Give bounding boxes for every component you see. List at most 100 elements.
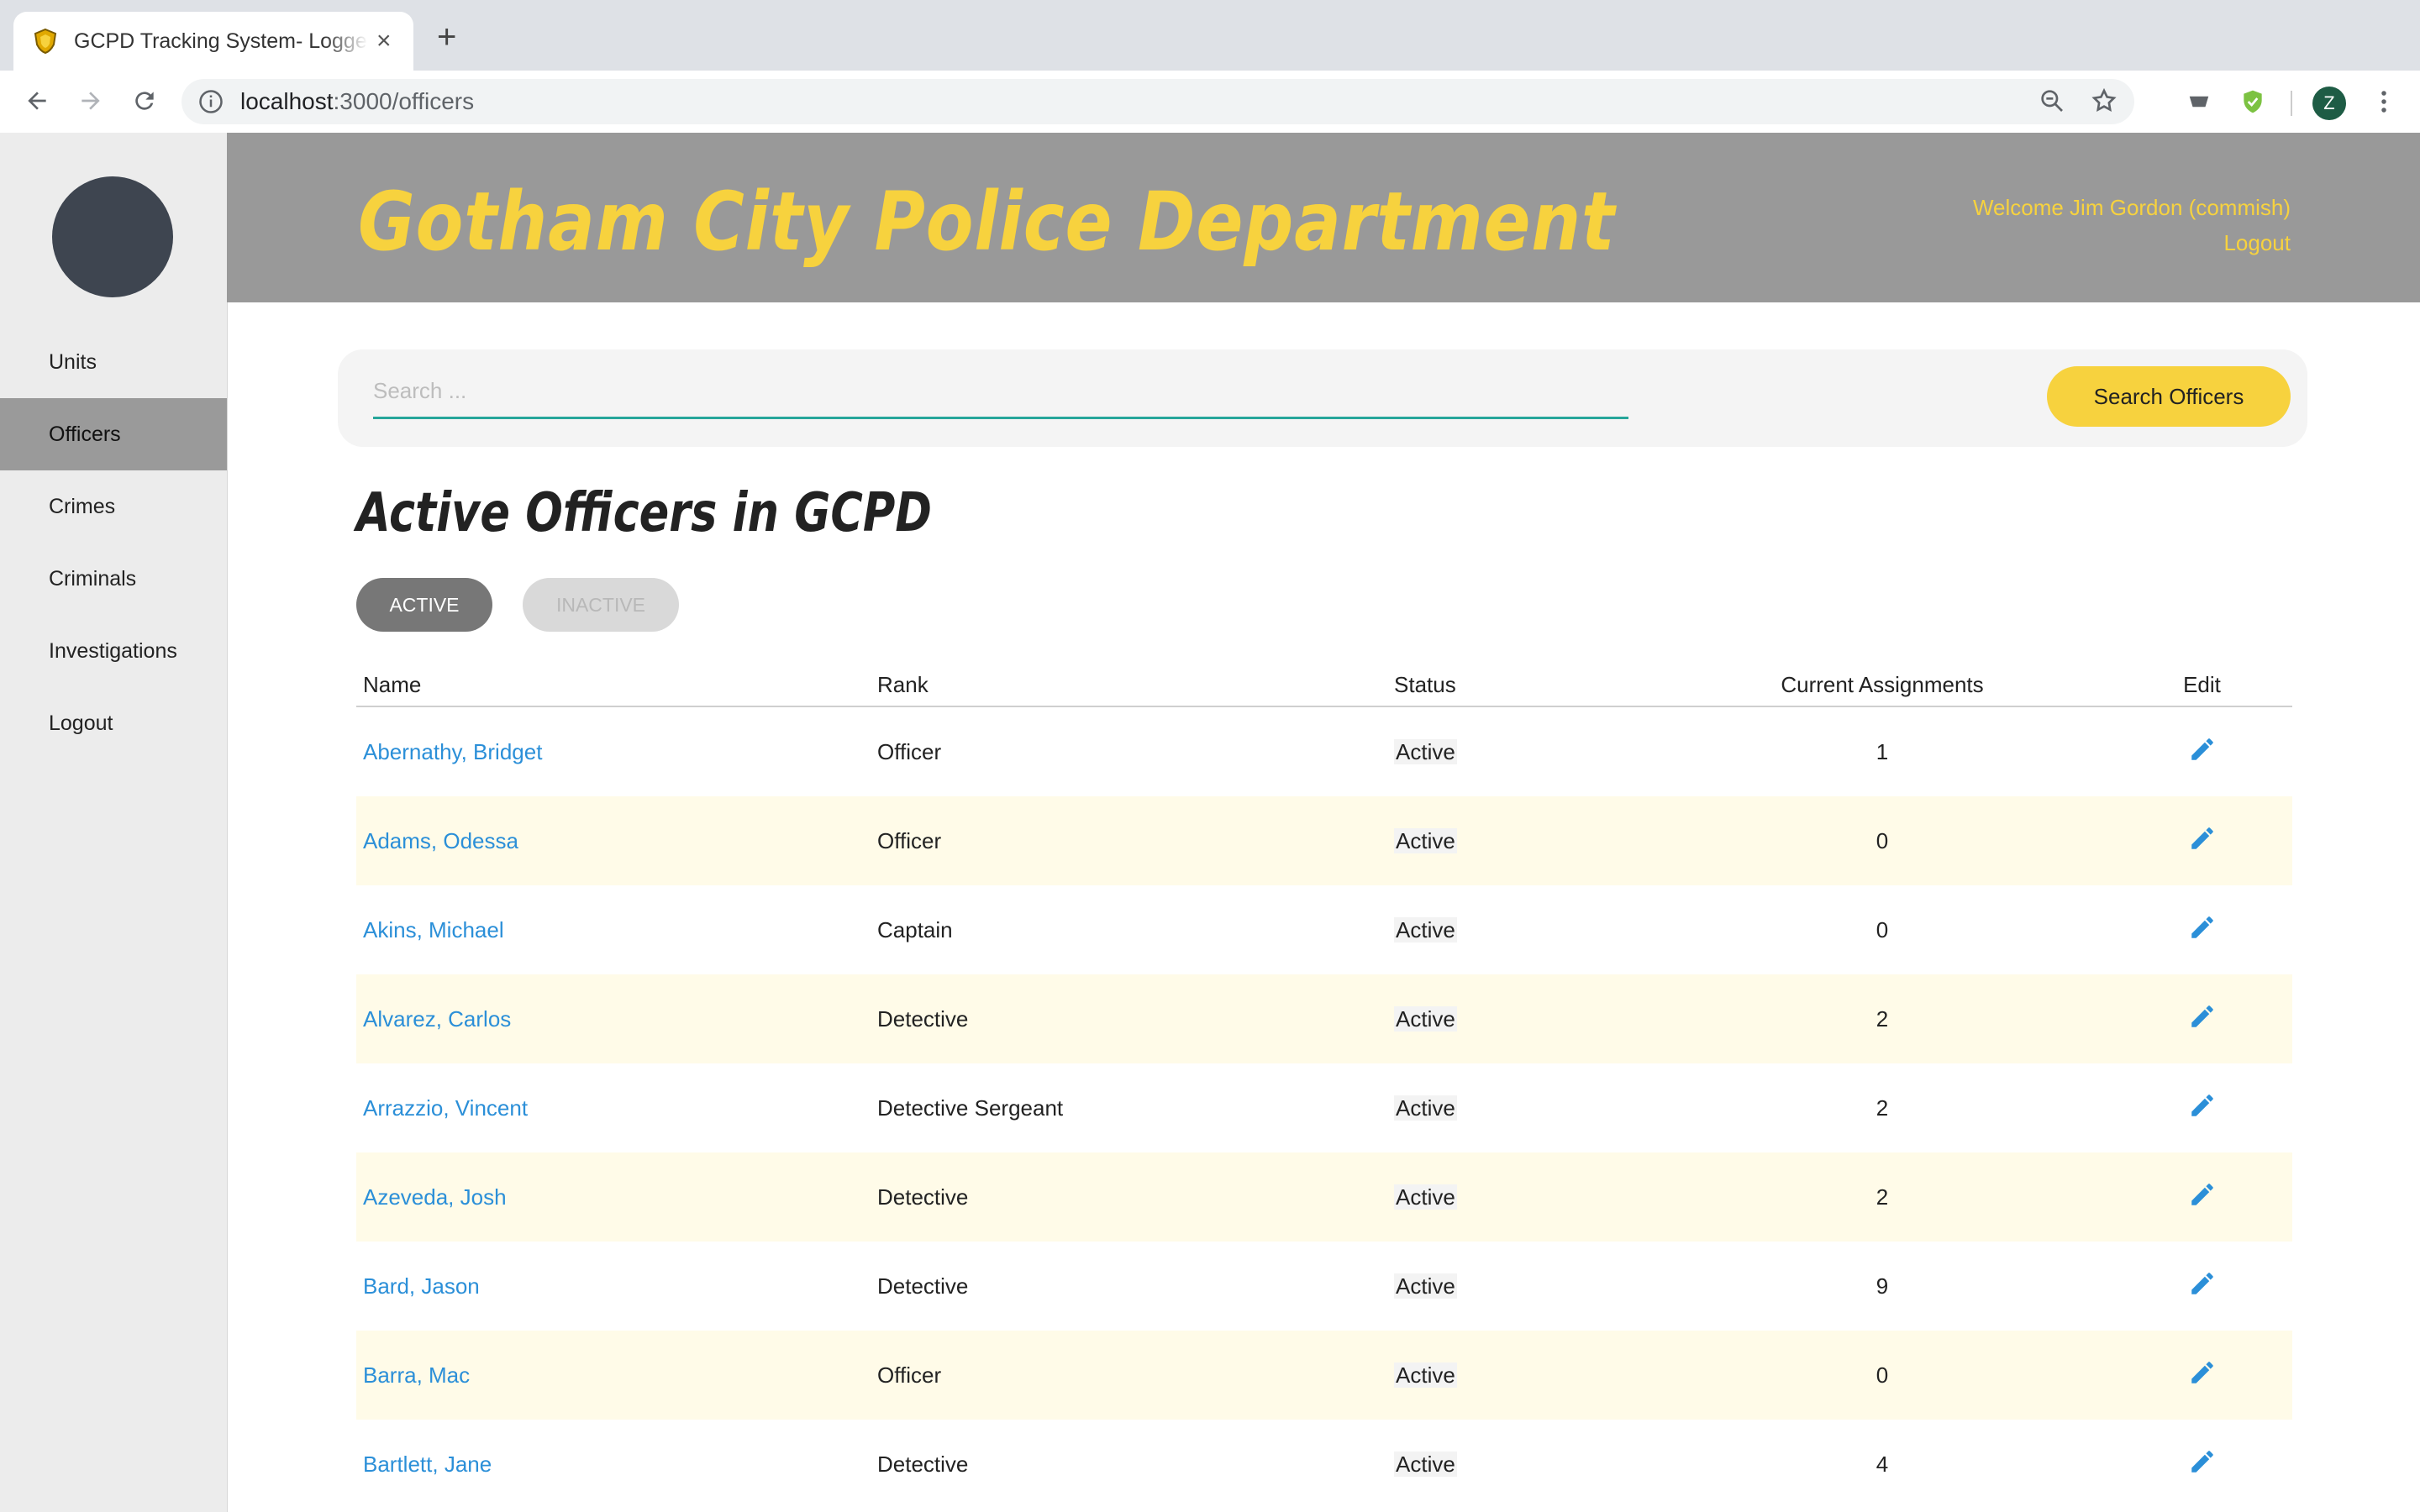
edit-pencil-icon[interactable] [2188,1091,2217,1120]
officer-assignments: 0 [1653,796,2112,885]
officers-table: Name Rank Status Current Assignments Edi… [356,664,2292,1509]
officer-rank: Captain [877,916,953,942]
department-logo [52,176,173,297]
edit-cell [2112,974,2292,1063]
officer-name-link[interactable]: Abernathy, Bridget [363,739,542,764]
sidebar-item-logout[interactable]: Logout [0,687,227,759]
edit-pencil-icon[interactable] [2188,735,2217,764]
table-row: Azeveda, Josh Detective Active 2 [356,1152,2292,1242]
officer-name-link[interactable]: Adams, Odessa [363,828,518,853]
table-row: Arrazzio, Vincent Detective Sergeant Activ… [356,1063,2292,1152]
officer-assignments: 0 [1653,1331,2112,1420]
officer-name-cell: Arrazzio, Vincent [356,1063,871,1152]
sidebar-nav: Units Officers Crimes Criminals Investig… [0,326,227,759]
active-filter-button[interactable]: ACTIVE [356,578,492,632]
app-header: Gotham City Police Department Welcome Ji… [227,133,2420,302]
extension-icon[interactable] [2183,86,2215,118]
edit-pencil-icon[interactable] [2188,1180,2217,1209]
edit-cell [2112,706,2292,796]
officer-status-cell: Active [1387,1420,1653,1509]
officer-name-link[interactable]: Bartlett, Jane [363,1452,492,1477]
officer-name-link[interactable]: Barra, Mac [363,1362,470,1388]
user-panel: Welcome Jim Gordon (commish) Logout [1973,190,2291,260]
profile-avatar[interactable]: Z [2312,87,2346,120]
officer-status: Active [1394,1184,1457,1210]
reload-icon[interactable] [128,84,161,118]
officer-name-cell: Barra, Mac [356,1331,871,1420]
shield-icon[interactable] [2237,86,2269,118]
officer-name-cell: Azeveda, Josh [356,1152,871,1242]
officer-name-link[interactable]: Arrazzio, Vincent [363,1095,528,1121]
bookmark-star-icon[interactable] [2091,87,2118,114]
officer-name-link[interactable]: Bard, Jason [363,1273,480,1299]
officer-name-link[interactable]: Alvarez, Carlos [363,1006,511,1032]
column-header-name: Name [356,664,871,707]
sidebar-item-crimes[interactable]: Crimes [0,470,227,543]
close-tab-icon[interactable]: × [376,27,392,55]
officer-assignments: 2 [1876,1095,1889,1121]
officer-status: Active [1394,916,1457,942]
officer-name-cell: Alvarez, Carlos [356,974,871,1063]
browser-tab[interactable]: GCPD Tracking System- Logged × [13,12,413,71]
edit-cell [2112,1331,2292,1420]
inactive-filter-button[interactable]: INACTIVE [523,578,679,632]
new-tab-icon[interactable]: + [437,20,456,54]
edit-cell [2112,1152,2292,1242]
officer-rank: Officer [877,738,942,764]
sidebar-item-investigations[interactable]: Investigations [0,615,227,687]
edit-pencil-icon[interactable] [2188,1358,2217,1387]
column-header-edit: Edit [2112,664,2292,707]
officer-name-cell: Akins, Michael [356,885,871,974]
officer-status: Active [1394,1005,1457,1032]
edit-pencil-icon[interactable] [2188,1269,2217,1298]
officer-status: Active [1394,1362,1457,1388]
officer-assignments: 0 [1876,916,1889,942]
edit-pencil-icon[interactable] [2188,913,2217,942]
edit-pencil-icon[interactable] [2188,1447,2217,1476]
officer-name-cell: Bard, Jason [356,1242,871,1331]
column-header-status: Status [1387,664,1653,707]
edit-cell [2112,1420,2292,1509]
header-logout-link[interactable]: Logout [1973,225,2291,260]
edit-cell [2112,1242,2292,1331]
tab-title: GCPD Tracking System- Logged [74,29,368,53]
officer-name-link[interactable]: Akins, Michael [363,917,504,942]
officer-rank: Detective [877,1273,969,1299]
menu-kebab-icon[interactable] [2368,86,2400,118]
edit-pencil-icon[interactable] [2188,1002,2217,1031]
sidebar-item-officers[interactable]: Officers [0,398,227,470]
search-officers-button[interactable]: Search Officers [2047,366,2291,427]
officer-rank: Detective [877,1451,969,1477]
edit-cell [2112,885,2292,974]
officer-rank: Officer [871,796,1387,885]
address-bar[interactable]: localhost:3000/officers [182,79,2134,124]
column-header-assignments: Current Assignments [1653,664,2112,707]
officer-assignments: 2 [1653,974,2112,1063]
sidebar-item-units[interactable]: Units [0,326,227,398]
table-header-row: Name Rank Status Current Assignments Edi… [356,664,2292,707]
officer-rank: Detective Sergeant [877,1095,1064,1121]
back-arrow-icon[interactable] [20,84,54,118]
officer-assignments: 2 [1653,1152,2112,1242]
officer-status-cell: Active [1387,706,1653,796]
search-panel: Search Officers [338,349,2307,447]
department-title: Gotham City Police Department [358,175,1616,269]
sidebar-item-criminals[interactable]: Criminals [0,543,227,615]
officer-status-cell: Active [1387,1331,1653,1420]
officer-status-cell: Active [1387,1242,1653,1331]
table-row: Bard, Jason Detective Active 9 [356,1242,2292,1331]
table-row: Bartlett, Jane Detective Active 4 [356,1420,2292,1509]
edit-cell [2112,796,2292,885]
badge-icon [34,28,57,55]
forward-arrow-icon[interactable] [74,84,108,118]
edit-pencil-icon[interactable] [2188,824,2217,853]
officer-assignments: 4 [1876,1451,1889,1477]
info-icon[interactable] [198,89,224,114]
officer-name-link[interactable]: Azeveda, Josh [363,1184,507,1210]
officer-status: Active [1394,1095,1457,1121]
search-input[interactable] [373,370,1628,419]
officer-name-cell: Abernathy, Bridget [356,706,871,796]
table-row: Barra, Mac Officer Active 0 [356,1331,2292,1420]
zoom-icon[interactable] [2039,87,2065,114]
officer-status-cell: Active [1387,974,1653,1063]
